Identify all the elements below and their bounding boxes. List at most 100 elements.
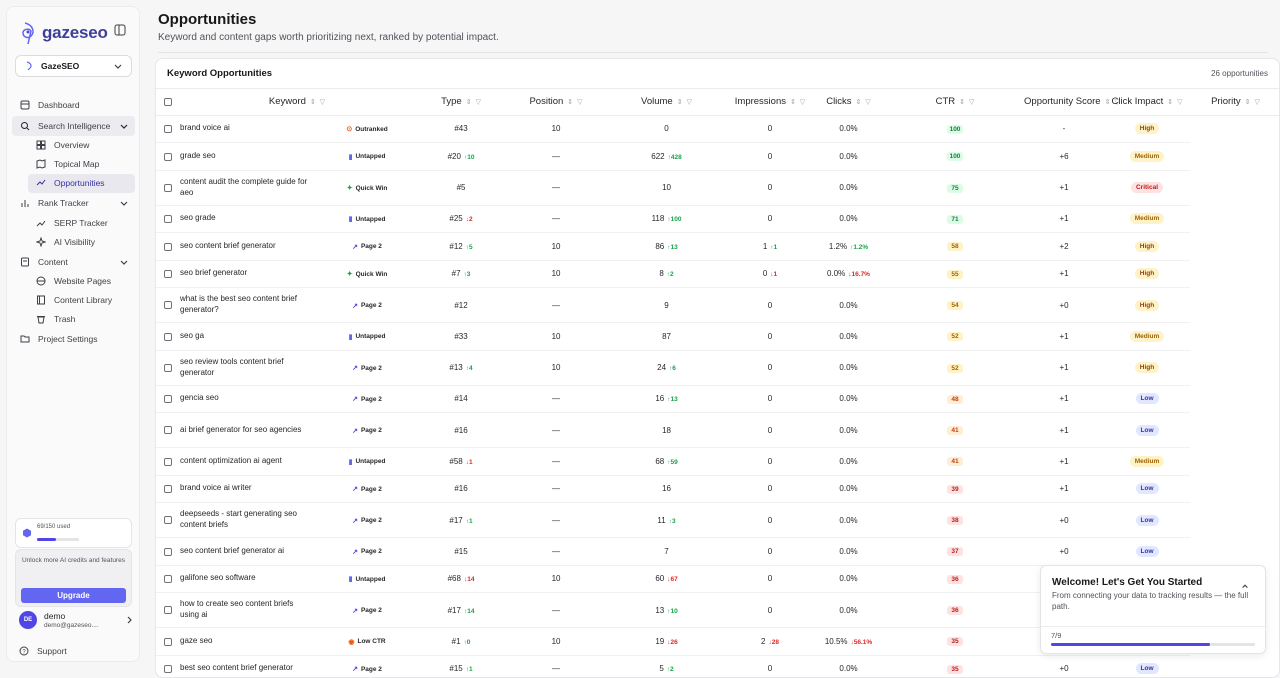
row-checkbox[interactable]: [164, 183, 172, 192]
sidebar-toggle-icon[interactable]: [114, 24, 126, 36]
table-cell: 0: [729, 537, 812, 566]
sort-icon[interactable]: ⇕: [466, 98, 472, 106]
sort-icon[interactable]: ⇕: [310, 98, 316, 106]
table-row[interactable]: seo ga ▮ Untapped #33 10 87 0 0.0% 52 +1 Medium: [156, 322, 1279, 351]
table-cell: 24 ↑6: [604, 350, 730, 386]
table-row[interactable]: seo content brief generator ai ↗ Page 2 #15…: [156, 537, 1279, 566]
filter-icon[interactable]: ▽: [969, 98, 974, 106]
nav-content-library[interactable]: Content Library: [28, 291, 135, 310]
row-checkbox[interactable]: [164, 457, 172, 466]
nav-topical-map[interactable]: Topical Map: [28, 155, 135, 174]
nav-rank-tracker[interactable]: Rank Tracker: [12, 193, 135, 213]
table-cell: 54: [886, 287, 1025, 323]
nav-overview[interactable]: Overview: [28, 136, 135, 155]
support-link[interactable]: ? Support: [19, 646, 67, 656]
delta-indicator: ↑10: [667, 607, 678, 615]
nav-opportunities[interactable]: Opportunities: [28, 174, 135, 193]
nav-search-intelligence[interactable]: Search Intelligence: [12, 115, 135, 136]
table-row[interactable]: content audit the complete guide for aeo…: [156, 170, 1279, 206]
row-checkbox[interactable]: [164, 152, 172, 161]
table-row[interactable]: what is the best seo content brief gener…: [156, 287, 1279, 323]
table-row[interactable]: seo grade ▮ Untapped #25 ↓2 — 118 ↑100 0 0.0% 71 +1…: [156, 205, 1279, 233]
impressions-value: 16: [655, 394, 665, 404]
row-checkbox[interactable]: [164, 547, 172, 556]
project-switcher[interactable]: GazeSEO: [15, 55, 132, 77]
row-checkbox[interactable]: [164, 125, 172, 134]
table-row[interactable]: seo content brief generator ↗ Page 2 #12 ↑5 1…: [156, 232, 1279, 261]
filter-icon[interactable]: ▽: [865, 98, 870, 106]
sort-icon[interactable]: ⇕: [677, 98, 683, 106]
nav-dashboard[interactable]: Dashboard: [12, 95, 135, 115]
opportunity-score-badge: 41: [947, 426, 964, 435]
user-menu[interactable]: DE demo demo@gazeseo....: [19, 611, 134, 629]
type-label: Untapped: [355, 215, 386, 223]
column-header-clicks[interactable]: Clicks ⇕ ▽: [811, 89, 887, 116]
table-row[interactable]: content optimization ai agent ▮ Untapped #5…: [156, 447, 1279, 476]
priority-badge: High: [1134, 123, 1160, 135]
table-row[interactable]: ai brief generator for seo agencies ↗ Page…: [156, 412, 1279, 448]
table-row[interactable]: brand voice ai ⊙ Outranked #43 10 0 0 0.0% 100- H…: [156, 115, 1279, 143]
support-icon: ?: [19, 646, 29, 656]
sort-icon[interactable]: ⇕: [790, 98, 796, 106]
table-row[interactable]: grade seo ▮ Untapped #20 ↑10 — 622 ↑428 0 0.0% 100…: [156, 142, 1279, 171]
type-badge: ↗ Page 2: [352, 427, 382, 435]
clicks-value: 1: [762, 241, 768, 251]
sort-icon[interactable]: ⇕: [1167, 98, 1173, 106]
row-checkbox[interactable]: [164, 395, 172, 404]
nav-trash[interactable]: Trash: [28, 310, 135, 329]
clicks-value: 0: [767, 300, 773, 310]
table-row[interactable]: brand voice ai writer ↗ Page 2 #16 — 16 0 0.0% 3…: [156, 475, 1279, 503]
table-row[interactable]: best seo content brief generator ↗ Page 2 #…: [156, 655, 1279, 677]
row-checkbox[interactable]: [164, 270, 172, 279]
sort-icon[interactable]: ⇕: [959, 98, 965, 106]
filter-icon[interactable]: ▽: [800, 98, 805, 106]
row-checkbox[interactable]: [164, 215, 172, 224]
column-header-volume[interactable]: Volume ⇕ ▽: [604, 89, 730, 116]
filter-icon[interactable]: ▽: [1255, 98, 1260, 106]
row-checkbox[interactable]: [164, 637, 172, 646]
table-row[interactable]: gencia seo ↗ Page 2 #14 — 16 ↑13 0 0.0% 48 +1 Low: [156, 385, 1279, 413]
row-checkbox[interactable]: [164, 485, 172, 494]
nav-project-settings[interactable]: Project Settings: [12, 329, 135, 349]
column-header-type[interactable]: Type ⇕ ▽: [414, 89, 509, 116]
row-checkbox[interactable]: [164, 301, 172, 310]
row-checkbox[interactable]: [164, 575, 172, 584]
column-header-ctr[interactable]: CTR ⇕ ▽: [886, 89, 1025, 116]
select-all-checkbox[interactable]: [164, 97, 172, 106]
filter-icon[interactable]: ▽: [320, 98, 325, 106]
column-header-keyword[interactable]: Keyword ⇕ ▽: [180, 89, 415, 116]
column-header-click-impact[interactable]: Click Impact ⇕ ▽: [1104, 89, 1191, 116]
filter-icon[interactable]: ▽: [577, 98, 582, 106]
brand-logo[interactable]: gazeseo: [19, 20, 108, 46]
table-row[interactable]: seo brief generator ✦ Quick Win #7 ↑3 10 8 ↑2 0 ↓…: [156, 260, 1279, 288]
filter-icon[interactable]: ▽: [687, 98, 692, 106]
column-header-impressions[interactable]: Impressions ⇕ ▽: [729, 89, 812, 116]
row-checkbox[interactable]: [164, 242, 172, 251]
column-header-position[interactable]: Position ⇕ ▽: [508, 89, 605, 116]
filter-icon[interactable]: ▽: [476, 98, 481, 106]
page-title: Opportunities: [158, 11, 257, 28]
chevron-up-icon[interactable]: [1241, 582, 1249, 590]
column-header-priority[interactable]: Priority ⇕ ▽: [1190, 89, 1279, 116]
nav-content[interactable]: Content: [12, 252, 135, 272]
volume-value: 10: [551, 331, 561, 341]
row-checkbox[interactable]: [164, 363, 172, 372]
filter-icon[interactable]: ▽: [1177, 98, 1182, 106]
row-checkbox[interactable]: [164, 516, 172, 525]
table-row[interactable]: seo review tools content brief generator…: [156, 350, 1279, 386]
row-checkbox[interactable]: [164, 606, 172, 615]
row-checkbox[interactable]: [164, 426, 172, 435]
sort-icon[interactable]: ⇕: [1245, 98, 1251, 106]
sort-icon[interactable]: ⇕: [856, 98, 862, 106]
nav-website-pages[interactable]: Website Pages: [28, 272, 135, 291]
nav-ai-visibility[interactable]: AI Visibility: [28, 233, 135, 252]
sort-icon[interactable]: ⇕: [1105, 98, 1111, 106]
table-row[interactable]: deepseeds - start generating seo content…: [156, 502, 1279, 538]
upgrade-button[interactable]: Upgrade: [21, 588, 126, 603]
column-header-opportunity-score[interactable]: Opportunity Score ⇕ ▽: [1024, 89, 1120, 116]
nav-serp-tracker[interactable]: SERP Tracker: [28, 214, 135, 233]
type-badge: ↗ Page 2: [352, 302, 382, 310]
sort-icon[interactable]: ⇕: [567, 98, 573, 106]
row-checkbox[interactable]: [164, 332, 172, 341]
row-checkbox[interactable]: [164, 665, 172, 674]
